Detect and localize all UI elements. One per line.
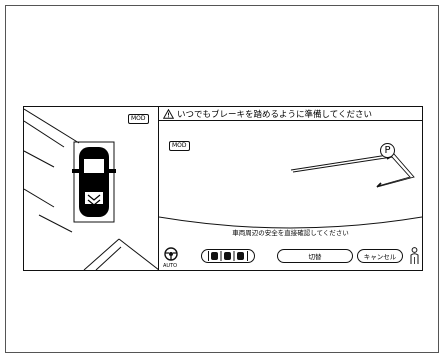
safety-notice: 車両周辺の安全を直接確認してください xyxy=(159,227,422,237)
auto-label: AUTO xyxy=(163,263,178,269)
birdseye-view: MOD xyxy=(24,107,159,270)
control-bar: AUTO 切替 キャンセル xyxy=(159,240,422,270)
switch-button[interactable]: 切替 xyxy=(277,249,353,263)
camera-scene-graphic xyxy=(159,153,422,229)
cancel-button[interactable]: キャンセル xyxy=(357,249,403,263)
safety-notice-text: 車両周辺の安全を直接確認してください xyxy=(230,229,351,237)
parking-target-marker[interactable]: P xyxy=(380,143,395,158)
steering-wheel-icon[interactable] xyxy=(164,247,178,261)
parking-marker-label: P xyxy=(384,145,391,156)
parking-type-icon xyxy=(208,251,248,261)
switch-button-label: 切替 xyxy=(308,253,322,261)
figure-frame: MOD いつでもブレーキを踏めるように準備してください MOD P 車両周辺の安… xyxy=(5,5,439,353)
camera-view: いつでもブレーキを踏めるように準備してください MOD P 車両周辺の安全を直接… xyxy=(159,107,422,270)
parking-assist-screen: MOD いつでもブレーキを踏めるように準備してください MOD P 車両周辺の安… xyxy=(23,106,423,271)
parking-type-button[interactable] xyxy=(201,249,255,263)
mode-tag-left[interactable]: MOD xyxy=(128,114,149,124)
person-icon xyxy=(410,247,419,264)
birdseye-lines-graphic xyxy=(24,108,158,270)
cancel-button-label: キャンセル xyxy=(363,253,397,261)
